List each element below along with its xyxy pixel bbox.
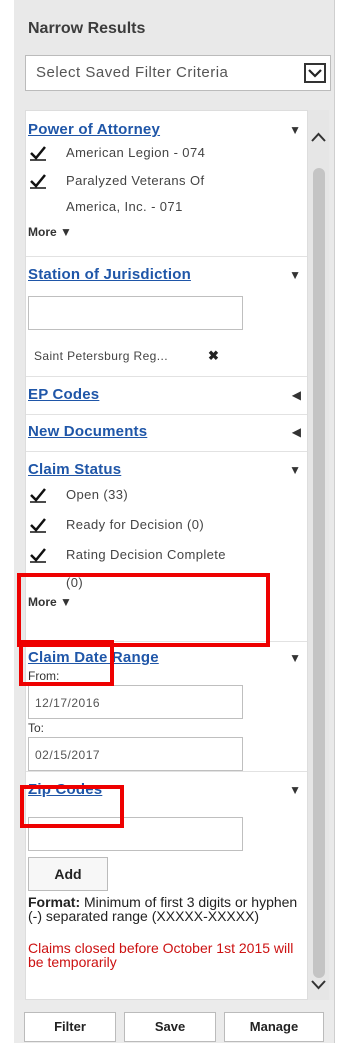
filter-button[interactable]: Filter — [24, 1012, 116, 1042]
claim-status-link[interactable]: Claim Status — [28, 461, 121, 478]
section-ep-codes: EP Codes ◀ — [26, 386, 307, 416]
checkbox-checked-icon[interactable] — [30, 173, 46, 189]
to-date-input[interactable]: 02/15/2017 — [28, 737, 243, 771]
scrollbar[interactable] — [308, 110, 329, 1000]
station-chip: Saint Petersburg Reg... — [34, 349, 168, 363]
filter-list: Power of Attorney ▼ American Legion - 07… — [25, 110, 308, 1000]
divider — [26, 771, 307, 772]
collapse-triangle-icon[interactable]: ▼ — [289, 463, 301, 477]
new-documents-link[interactable]: New Documents — [28, 423, 147, 440]
scroll-up-icon[interactable] — [310, 130, 327, 144]
scrollbar-thumb[interactable] — [313, 168, 325, 978]
saved-filter-placeholder: Select Saved Filter Criteria — [36, 64, 229, 81]
collapse-triangle-icon[interactable]: ▼ — [289, 783, 301, 797]
save-button[interactable]: Save — [124, 1012, 216, 1042]
expand-triangle-icon[interactable]: ◀ — [292, 388, 301, 402]
station-input[interactable] — [28, 296, 243, 330]
checkbox-checked-icon[interactable] — [30, 517, 46, 533]
highlight-box-zip-codes — [20, 785, 124, 828]
chevron-down-icon[interactable] — [304, 63, 326, 83]
footer-toolbar: Filter Save Manage — [14, 1000, 334, 1043]
to-label: To: — [28, 721, 45, 735]
collapse-triangle-icon[interactable]: ▼ — [289, 123, 301, 137]
claim-status-option-label: Rating Decision Complete — [66, 547, 226, 562]
divider — [26, 451, 307, 452]
collapse-triangle-icon[interactable]: ▼ — [289, 651, 301, 665]
divider — [26, 376, 307, 377]
section-new-documents: New Documents ◀ — [26, 423, 307, 453]
claim-status-option-label: Open (33) — [66, 487, 129, 502]
from-date-input[interactable]: 12/17/2016 — [28, 685, 243, 719]
saved-filter-select[interactable]: Select Saved Filter Criteria — [25, 55, 331, 91]
poa-option-label: Paralyzed Veterans Of — [66, 173, 205, 188]
panel-title: Narrow Results — [28, 20, 146, 37]
scroll-down-icon[interactable] — [310, 978, 327, 992]
manage-button[interactable]: Manage — [224, 1012, 324, 1042]
expand-triangle-icon[interactable]: ◀ — [292, 425, 301, 439]
divider — [26, 414, 307, 415]
zip-warning-text: Claims closed before October 1st 2015 wi… — [28, 940, 294, 970]
station-of-jurisdiction-link[interactable]: Station of Jurisdiction — [28, 266, 191, 283]
section-power-of-attorney: Power of Attorney ▼ American Legion - 07… — [26, 121, 307, 261]
power-of-attorney-link[interactable]: Power of Attorney — [28, 121, 160, 138]
claim-status-option-label: Ready for Decision (0) — [66, 517, 205, 532]
checkbox-checked-icon[interactable] — [30, 547, 46, 563]
collapse-triangle-icon[interactable]: ▼ — [289, 268, 301, 282]
zip-format-note: Format: Minimum of first 3 digits or hyp… — [28, 895, 307, 923]
divider — [26, 256, 307, 257]
highlight-box-claim-date — [19, 640, 114, 686]
add-zip-button[interactable]: Add — [28, 857, 108, 891]
poa-option-label-cont: America, Inc. - 071 — [66, 199, 183, 214]
highlight-box-more — [17, 573, 270, 647]
remove-chip-icon[interactable]: ✖ — [208, 348, 219, 364]
checkbox-checked-icon[interactable] — [30, 487, 46, 503]
poa-option-label: American Legion - 074 — [66, 145, 206, 160]
ep-codes-link[interactable]: EP Codes — [28, 386, 99, 403]
checkbox-checked-icon[interactable] — [30, 145, 46, 161]
poa-more-link[interactable]: More ▼ — [28, 225, 72, 239]
